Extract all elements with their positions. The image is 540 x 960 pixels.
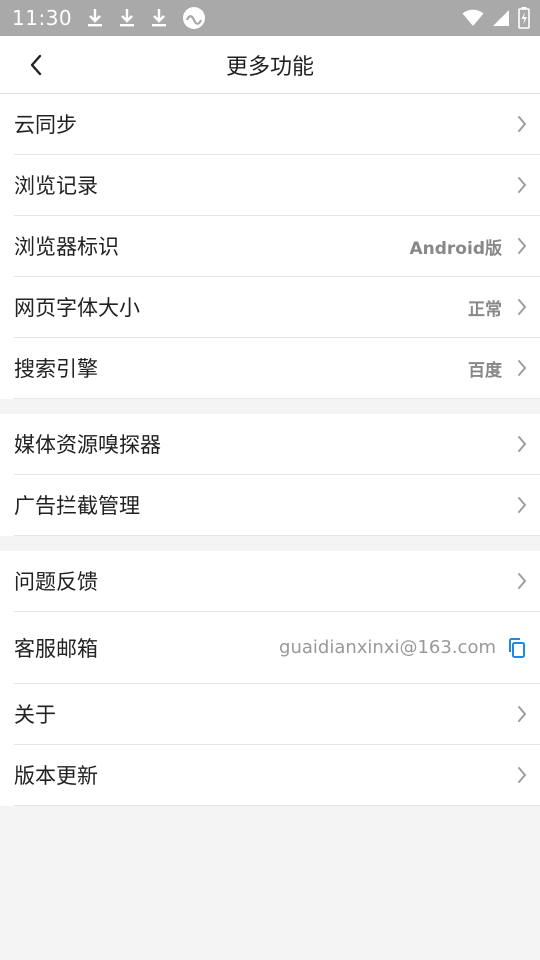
menu-item-label: 云同步 — [14, 113, 77, 137]
chevron-right-icon — [516, 297, 528, 317]
app-header: 更多功能 — [0, 36, 540, 94]
chevron-right-icon — [516, 765, 528, 785]
status-bar: 11:30 — [0, 0, 540, 36]
menu-item-cloud-sync[interactable]: 云同步 — [14, 94, 540, 155]
menu-item-label: 关于 — [14, 703, 56, 727]
section-divider — [0, 536, 540, 551]
signal-icon — [492, 9, 510, 27]
copy-icon[interactable] — [506, 637, 528, 659]
download-icon — [86, 8, 104, 28]
menu-item-font-size[interactable]: 网页字体大小 正常 — [14, 277, 540, 338]
menu-item-label: 媒体资源嗅探器 — [14, 433, 161, 457]
menu-item-ad-block[interactable]: 广告拦截管理 — [14, 475, 540, 536]
menu-item-label: 客服邮箱 — [14, 636, 98, 661]
menu-item-support-email: 客服邮箱 guaidianxinxi@163.com — [14, 612, 540, 684]
chevron-right-icon — [516, 704, 528, 724]
infinity-app-icon — [182, 6, 206, 30]
chevron-right-icon — [516, 571, 528, 591]
wifi-icon — [462, 9, 484, 27]
chevron-left-icon — [30, 54, 42, 76]
settings-group-general: 云同步 浏览记录 浏览器标识 Android版 网页字体大小 正常 搜索引擎 百… — [0, 94, 540, 399]
menu-item-about[interactable]: 关于 — [14, 684, 540, 745]
menu-item-search-engine[interactable]: 搜索引擎 百度 — [14, 338, 540, 399]
chevron-right-icon — [516, 236, 528, 256]
download-icon — [118, 8, 136, 28]
menu-item-label: 广告拦截管理 — [14, 494, 140, 518]
download-icon — [150, 8, 168, 28]
chevron-right-icon — [516, 114, 528, 134]
menu-item-label: 版本更新 — [14, 764, 98, 788]
menu-item-history[interactable]: 浏览记录 — [14, 155, 540, 216]
menu-item-label: 浏览记录 — [14, 174, 98, 198]
menu-item-update[interactable]: 版本更新 — [14, 745, 540, 806]
chevron-right-icon — [516, 358, 528, 378]
menu-item-value: Android版 — [409, 238, 503, 259]
menu-item-label: 浏览器标识 — [14, 235, 119, 259]
chevron-right-icon — [516, 175, 528, 195]
battery-icon — [518, 7, 530, 29]
menu-item-value: 正常 — [468, 299, 502, 320]
support-email-value: guaidianxinxi@163.com — [279, 637, 496, 658]
settings-group-tools: 媒体资源嗅探器 广告拦截管理 — [0, 414, 540, 536]
back-button[interactable] — [20, 50, 52, 80]
menu-item-feedback[interactable]: 问题反馈 — [14, 551, 540, 612]
settings-group-support: 问题反馈 客服邮箱 guaidianxinxi@163.com 关于 版本更新 — [0, 551, 540, 806]
section-divider — [0, 399, 540, 414]
menu-item-user-agent[interactable]: 浏览器标识 Android版 — [14, 216, 540, 277]
status-time: 11:30 — [12, 6, 73, 30]
menu-item-label: 网页字体大小 — [14, 296, 140, 320]
chevron-right-icon — [516, 495, 528, 515]
menu-item-label: 问题反馈 — [14, 570, 98, 594]
menu-item-label: 搜索引擎 — [14, 357, 98, 381]
page-title: 更多功能 — [225, 54, 314, 80]
chevron-right-icon — [516, 434, 528, 454]
menu-item-value: 百度 — [468, 360, 502, 381]
menu-item-media-sniffer[interactable]: 媒体资源嗅探器 — [14, 414, 540, 475]
